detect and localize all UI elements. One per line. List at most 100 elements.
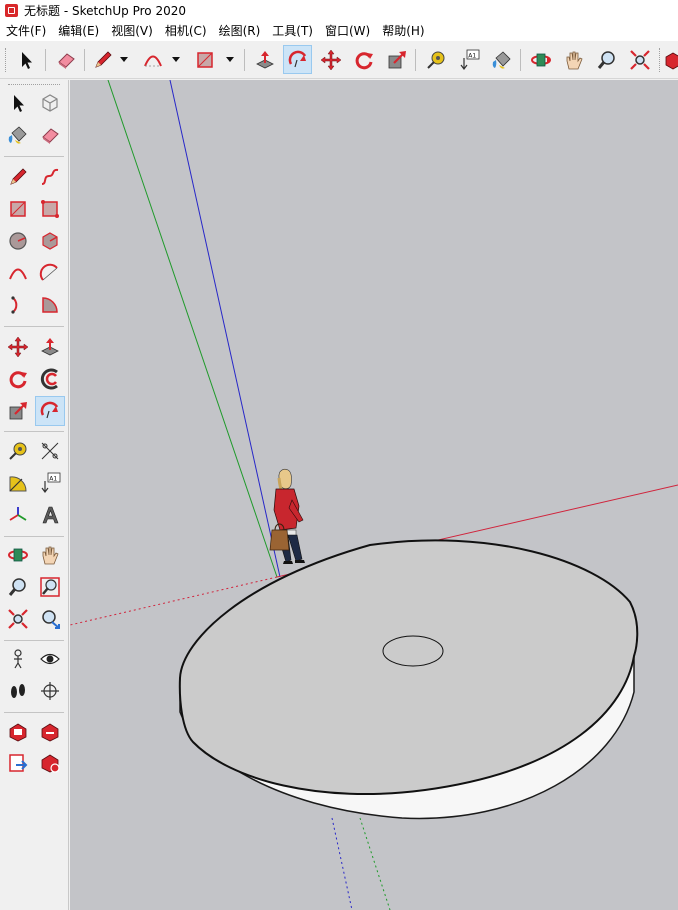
3d-warehouse-icon: [9, 723, 27, 742]
tape-measure-tool-button[interactable]: [421, 45, 450, 74]
menu-camera[interactable]: 相机(C): [159, 21, 213, 41]
select-icon: [14, 95, 24, 112]
paint-bucket-icon: [492, 50, 511, 69]
follow-me-icon: [40, 401, 59, 419]
menu-edit[interactable]: 编辑(E): [52, 21, 105, 41]
pan-tool-button[interactable]: [559, 45, 588, 74]
sb-arc-tool[interactable]: [3, 258, 33, 288]
offset-icon: [40, 368, 58, 390]
sb-circle-tool[interactable]: [3, 226, 33, 256]
sb-make-component-tool[interactable]: [35, 88, 65, 118]
sb-share-component-tool[interactable]: [3, 748, 33, 778]
sb-position-camera-tool[interactable]: [3, 644, 33, 674]
sb-paint-bucket-tool[interactable]: [3, 120, 33, 150]
sb-zoom-window-tool[interactable]: [35, 572, 65, 602]
move-tool-button[interactable]: [316, 45, 345, 74]
rectangle-dropdown-caret[interactable]: [226, 57, 234, 62]
polygon-icon: [42, 232, 58, 250]
sidebar-grip[interactable]: [8, 84, 60, 86]
sb-select-tool[interactable]: [3, 88, 33, 118]
pencil-icon: [94, 50, 112, 68]
zoom-extents-tool-button[interactable]: [625, 45, 654, 74]
sb-scale-tool[interactable]: [3, 396, 33, 426]
follow-me-tool-button[interactable]: [283, 45, 312, 74]
menu-draw[interactable]: 绘图(R): [213, 21, 267, 41]
sb-section-plane-tool[interactable]: [35, 676, 65, 706]
three-point-arc-icon: [11, 296, 18, 314]
sb-protractor-tool[interactable]: [3, 468, 33, 498]
menu-tools[interactable]: 工具(T): [266, 21, 319, 41]
large-tool-set: A1: [0, 80, 69, 910]
scale-tool-button[interactable]: [382, 45, 411, 74]
sb-pan-tool[interactable]: [35, 540, 65, 570]
rectangle-tool-button[interactable]: [190, 45, 219, 74]
3d-warehouse-tool-button[interactable]: [662, 45, 678, 74]
sb-share-model-tool[interactable]: [35, 716, 65, 746]
text-tool-button[interactable]: A1: [454, 45, 483, 74]
sb-zoom-extents-tool[interactable]: [3, 604, 33, 634]
rotate-tool-button[interactable]: [349, 45, 378, 74]
sb-3d-text-tool[interactable]: [35, 500, 65, 530]
menu-help[interactable]: 帮助(H): [376, 21, 430, 41]
menu-file[interactable]: 文件(F): [0, 21, 52, 41]
sb-zoom-tool[interactable]: [3, 572, 33, 602]
previous-view-icon: [42, 610, 60, 629]
eraser-tool-button[interactable]: [51, 45, 80, 74]
sb-rotated-rectangle-tool[interactable]: [35, 194, 65, 224]
eraser-icon: [57, 52, 75, 69]
dimension-icon: [41, 442, 59, 460]
sb-pie-tool[interactable]: [35, 290, 65, 320]
sb-tape-measure-tool[interactable]: [3, 436, 33, 466]
arc-tool-button[interactable]: [138, 45, 167, 74]
sb-polygon-tool[interactable]: [35, 226, 65, 256]
paint-bucket-tool-button[interactable]: [487, 45, 516, 74]
zoom-tool-button[interactable]: [592, 45, 621, 74]
pencil-tool-button[interactable]: [88, 45, 117, 74]
pencil-dropdown-caret[interactable]: [120, 57, 128, 62]
share-component-icon: [9, 754, 28, 772]
sb-3point-arc-tool[interactable]: [3, 290, 33, 320]
menu-window[interactable]: 窗口(W): [319, 21, 376, 41]
sb-text-tool[interactable]: A1: [35, 468, 65, 498]
toolbar-grip[interactable]: [5, 48, 7, 72]
text-icon: A1: [41, 472, 61, 493]
3d-text-icon: [42, 506, 59, 524]
sb-3d-warehouse-tool[interactable]: [3, 716, 33, 746]
rectangle-icon: [10, 201, 26, 217]
sb-axes-tool[interactable]: [3, 500, 33, 530]
sb-extension-warehouse-tool[interactable]: [35, 748, 65, 778]
sb-eraser-tool[interactable]: [35, 120, 65, 150]
follow-me-icon: [288, 50, 306, 67]
arc-icon: [9, 268, 27, 280]
pan-icon: [42, 546, 59, 565]
push-pull-tool-button[interactable]: [250, 45, 279, 74]
sb-walk-tool[interactable]: [3, 676, 33, 706]
tape-measure-icon: [426, 51, 444, 69]
sb-2point-arc-tool[interactable]: [35, 258, 65, 288]
arc-dropdown-caret[interactable]: [172, 57, 180, 62]
move-icon: [320, 49, 341, 70]
sb-push-pull-tool[interactable]: [35, 332, 65, 362]
zoom-icon: [8, 578, 26, 596]
sb-follow-me-tool[interactable]: [35, 396, 65, 426]
select-icon: [21, 51, 32, 69]
model-viewport[interactable]: [70, 80, 678, 910]
menu-view[interactable]: 视图(V): [105, 21, 159, 41]
sb-previous-view-tool[interactable]: [35, 604, 65, 634]
sb-freehand-tool[interactable]: [35, 162, 65, 192]
menu-bar: 文件(F) 编辑(E) 视图(V) 相机(C) 绘图(R) 工具(T) 窗口(W…: [0, 21, 678, 41]
select-tool-button[interactable]: [11, 45, 40, 74]
orbit-tool-button[interactable]: [526, 45, 555, 74]
sb-rectangle-tool[interactable]: [3, 194, 33, 224]
sb-rotate-tool[interactable]: [3, 364, 33, 394]
scale-figure-person: [269, 468, 305, 564]
sb-orbit-tool[interactable]: [3, 540, 33, 570]
toolbar-grip-2[interactable]: [659, 48, 661, 72]
sb-move-tool[interactable]: [3, 332, 33, 362]
viewport-canvas[interactable]: [70, 80, 678, 910]
sb-look-around-tool[interactable]: [35, 644, 65, 674]
sb-line-tool[interactable]: [3, 162, 33, 192]
circle-icon: [9, 232, 27, 250]
sb-offset-tool[interactable]: [35, 364, 65, 394]
sb-dimension-tool[interactable]: [35, 436, 65, 466]
